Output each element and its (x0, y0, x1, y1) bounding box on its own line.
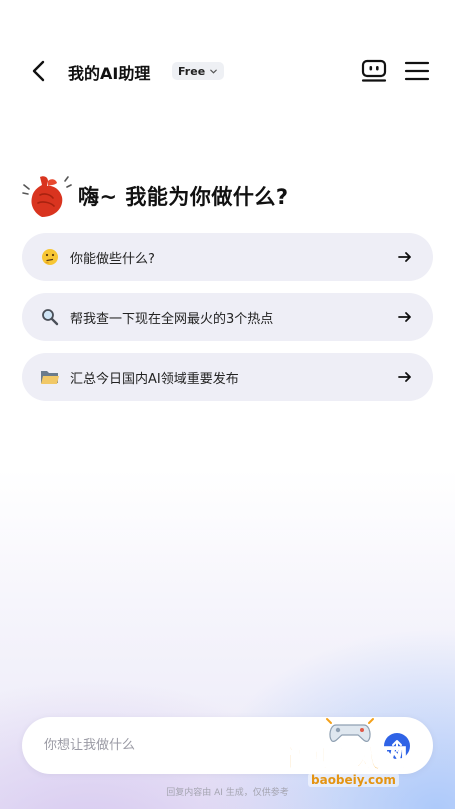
suggestion-item[interactable]: 你能做些什么? (22, 233, 433, 281)
suggestion-label: 你能做些什么? (70, 251, 155, 267)
thinking-face-icon (40, 247, 60, 267)
chat-input-bar (22, 717, 433, 774)
page-title: 我的AI助理 (68, 64, 151, 83)
arrow-right-icon (398, 312, 411, 322)
greeting: 嗨~ 我能为你做什么? (20, 174, 289, 218)
suggestion-item[interactable]: 汇总今日国内AI领域重要发布 (22, 353, 433, 401)
suggestion-item[interactable]: 帮我查一下现在全网最火的3个热点 (22, 293, 433, 341)
arrow-up-icon (392, 740, 402, 752)
folder-icon (40, 367, 60, 387)
top-bar: 我的AI助理 Free (0, 52, 455, 90)
lobster-mascot-icon (22, 176, 72, 217)
chevron-down-icon (210, 69, 217, 74)
hamburger-menu-icon[interactable] (404, 59, 430, 83)
arrow-right-icon (398, 252, 411, 262)
suggestion-label: 汇总今日国内AI领域重要发布 (70, 371, 239, 387)
greeting-text: 嗨~ 我能为你做什么? (78, 185, 289, 209)
arrow-right-icon (398, 372, 411, 382)
plan-badge[interactable]: Free (172, 62, 225, 80)
plan-badge-label: Free (178, 64, 206, 78)
robot-icon[interactable] (360, 58, 388, 84)
ai-disclaimer: 回复内容由 AI 生成，仅供参考 (166, 788, 289, 798)
magnifier-icon (40, 307, 60, 327)
chat-input[interactable] (44, 733, 344, 757)
send-button[interactable] (384, 733, 410, 759)
back-arrow-icon[interactable] (26, 58, 52, 84)
suggestion-label: 帮我查一下现在全网最火的3个热点 (70, 311, 274, 327)
